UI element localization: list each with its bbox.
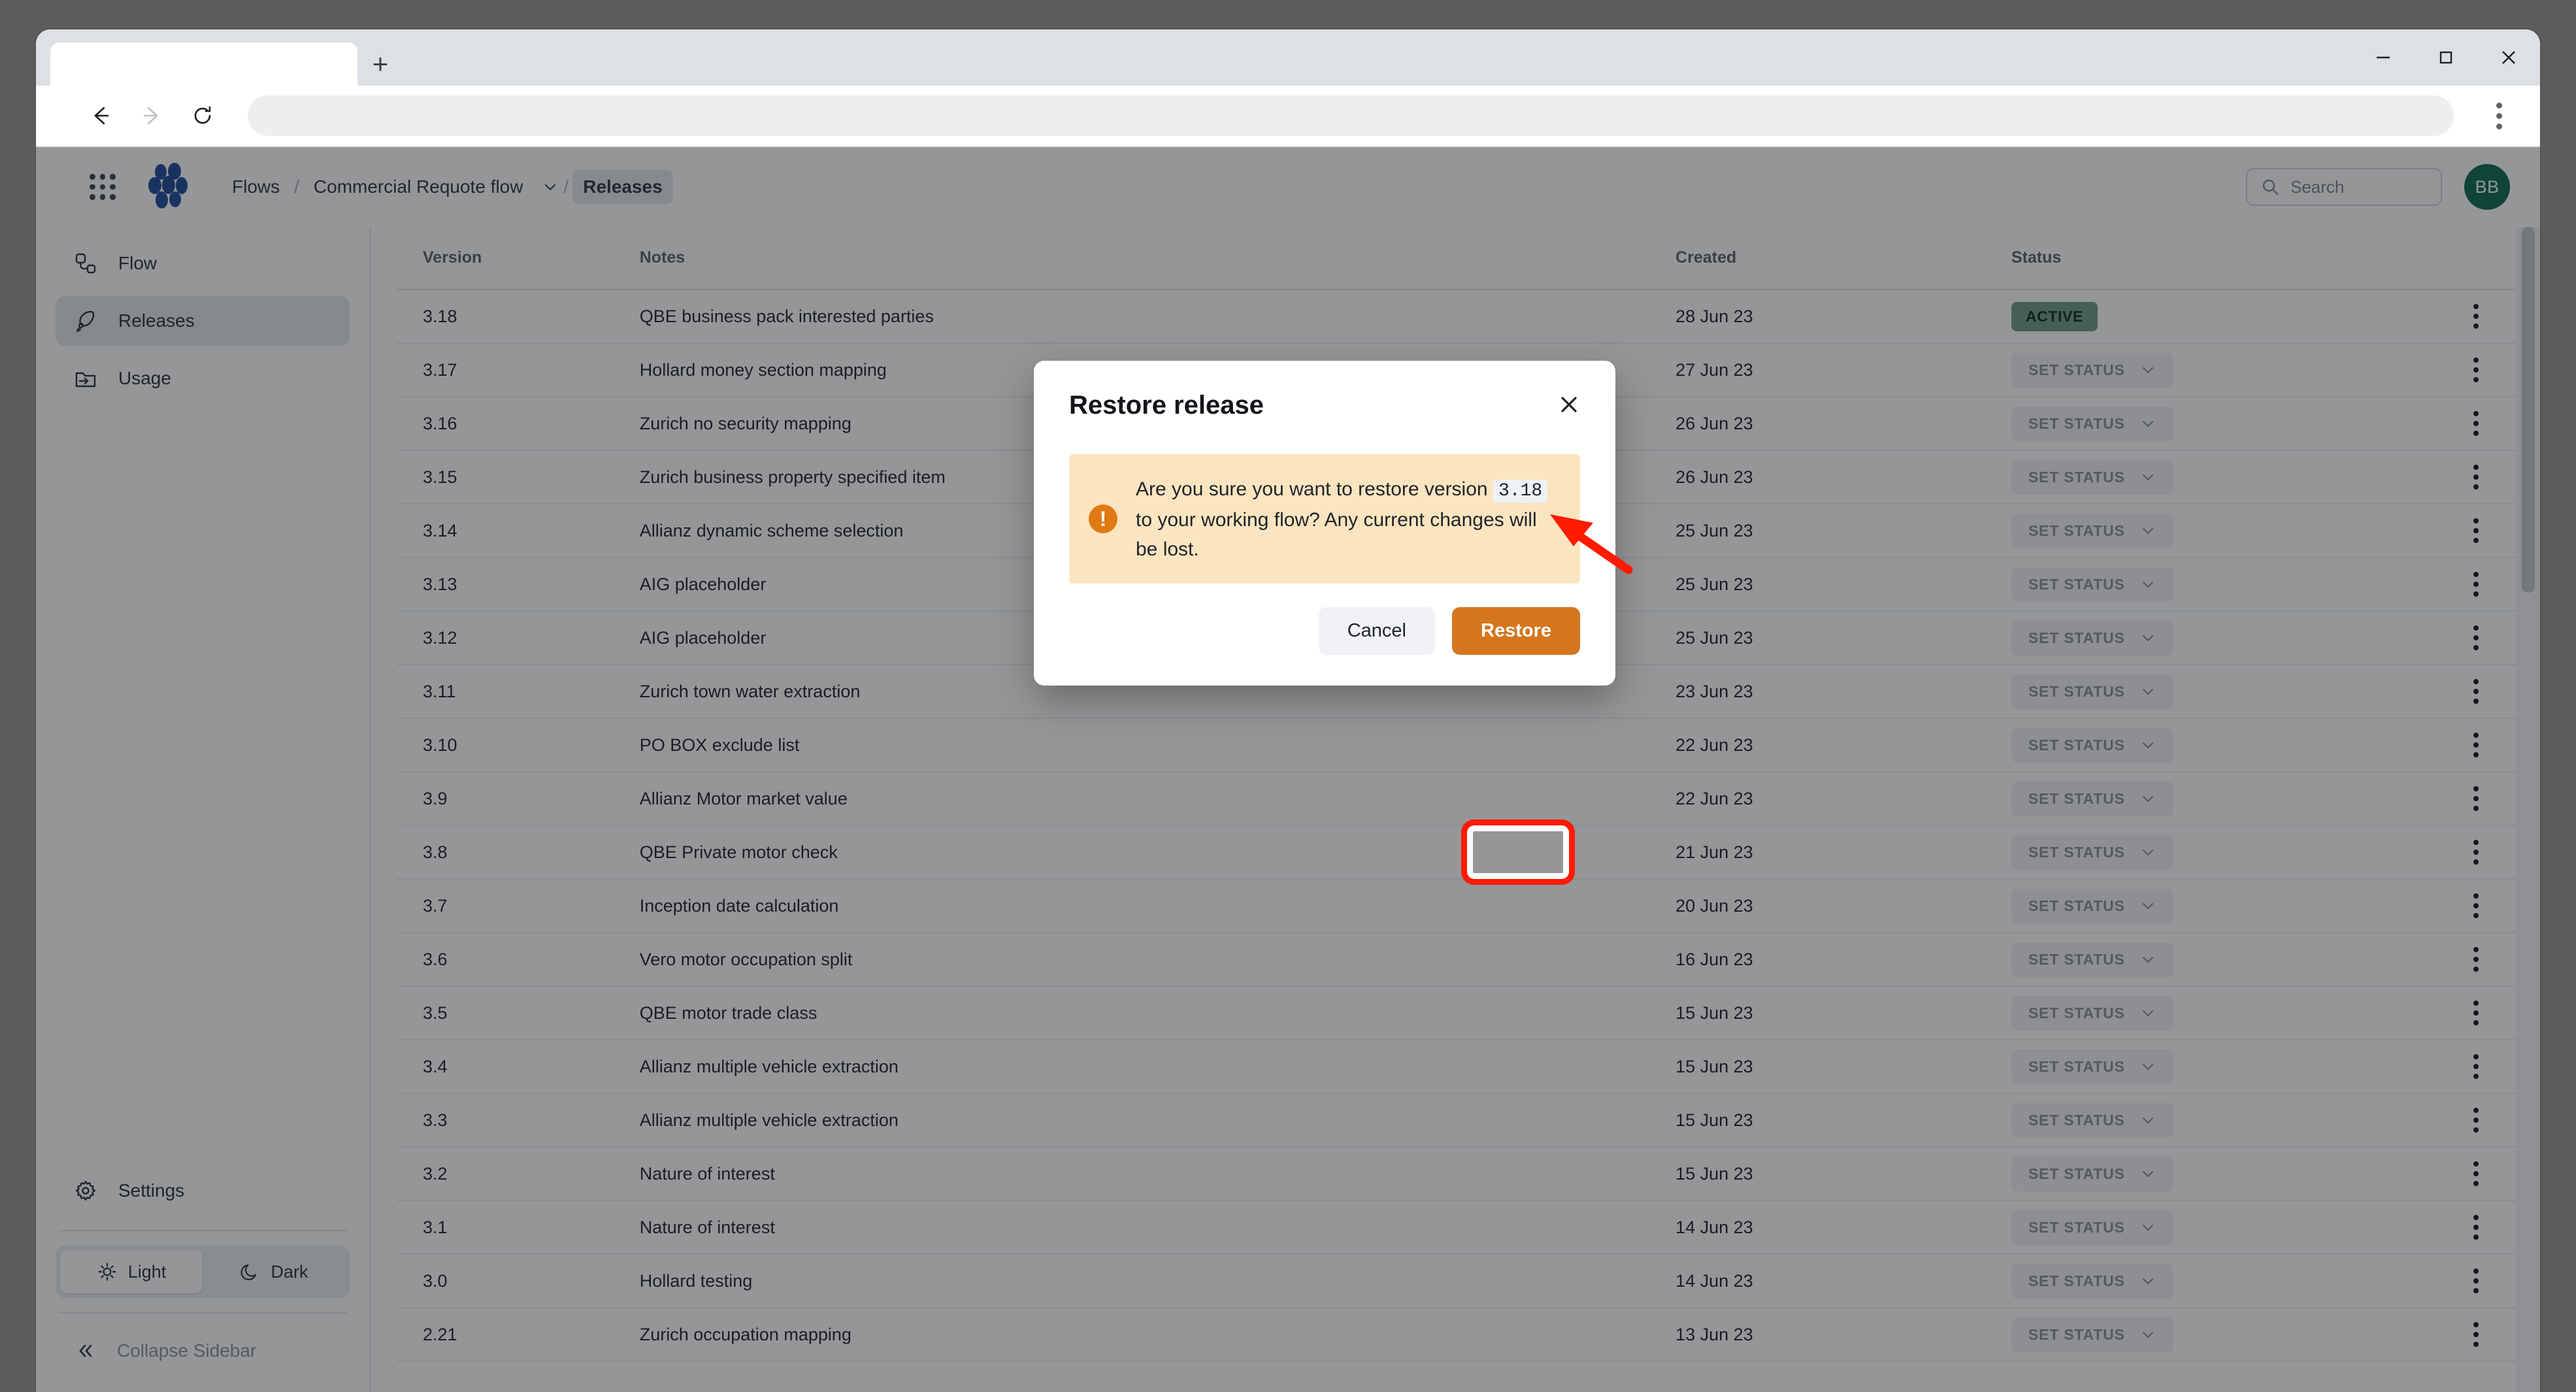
dialog-title: Restore release: [1069, 391, 1580, 420]
browser-window: +: [36, 29, 2540, 1392]
reload-button[interactable]: [177, 90, 228, 141]
new-tab-button[interactable]: +: [357, 42, 403, 86]
dialog-actions: Cancel Restore: [1069, 607, 1580, 655]
warning-exclamation-icon: !: [1089, 505, 1117, 533]
close-dialog-button[interactable]: [1550, 386, 1588, 423]
restore-release-dialog: Restore release ! Are you sure you want …: [1034, 361, 1615, 686]
warning-message-suffix: to your working flow? Any current change…: [1136, 509, 1537, 560]
close-window-button[interactable]: [2477, 29, 2540, 86]
cancel-button[interactable]: Cancel: [1319, 607, 1435, 655]
warning-message: Are you sure you want to restore version…: [1136, 474, 1557, 564]
maximize-button[interactable]: [2415, 29, 2477, 86]
warning-message-prefix: Are you sure you want to restore version: [1136, 478, 1488, 500]
forward-button[interactable]: [126, 90, 177, 141]
url-bar[interactable]: [248, 95, 2454, 136]
minimize-icon: [2373, 47, 2394, 68]
close-window-icon: [2498, 46, 2520, 69]
window-controls: [2352, 29, 2540, 86]
version-chip: 3.18: [1493, 480, 1547, 503]
back-button[interactable]: [75, 90, 126, 141]
browser-menu-button[interactable]: [2476, 93, 2522, 139]
browser-menu-icon-dot: [2496, 103, 2502, 108]
browser-tab[interactable]: [50, 42, 357, 86]
browser-menu-icon-dot: [2496, 124, 2502, 129]
restore-button[interactable]: Restore: [1452, 607, 1580, 655]
maximize-icon: [2436, 47, 2456, 68]
minimize-button[interactable]: [2352, 29, 2415, 86]
back-arrow-icon: [88, 103, 114, 129]
modal-scrim[interactable]: [36, 147, 2540, 1392]
browser-toolbar: [36, 86, 2540, 147]
browser-menu-icon-dot: [2496, 113, 2502, 119]
reload-icon: [190, 103, 216, 129]
warning-alert: ! Are you sure you want to restore versi…: [1069, 454, 1580, 584]
browser-tab-strip: +: [36, 29, 2540, 86]
forward-arrow-icon: [139, 103, 165, 129]
plus-icon: +: [372, 50, 389, 78]
application-viewport: Flows / Commercial Requote flow / Releas…: [36, 147, 2540, 1392]
close-icon: [1556, 391, 1582, 418]
